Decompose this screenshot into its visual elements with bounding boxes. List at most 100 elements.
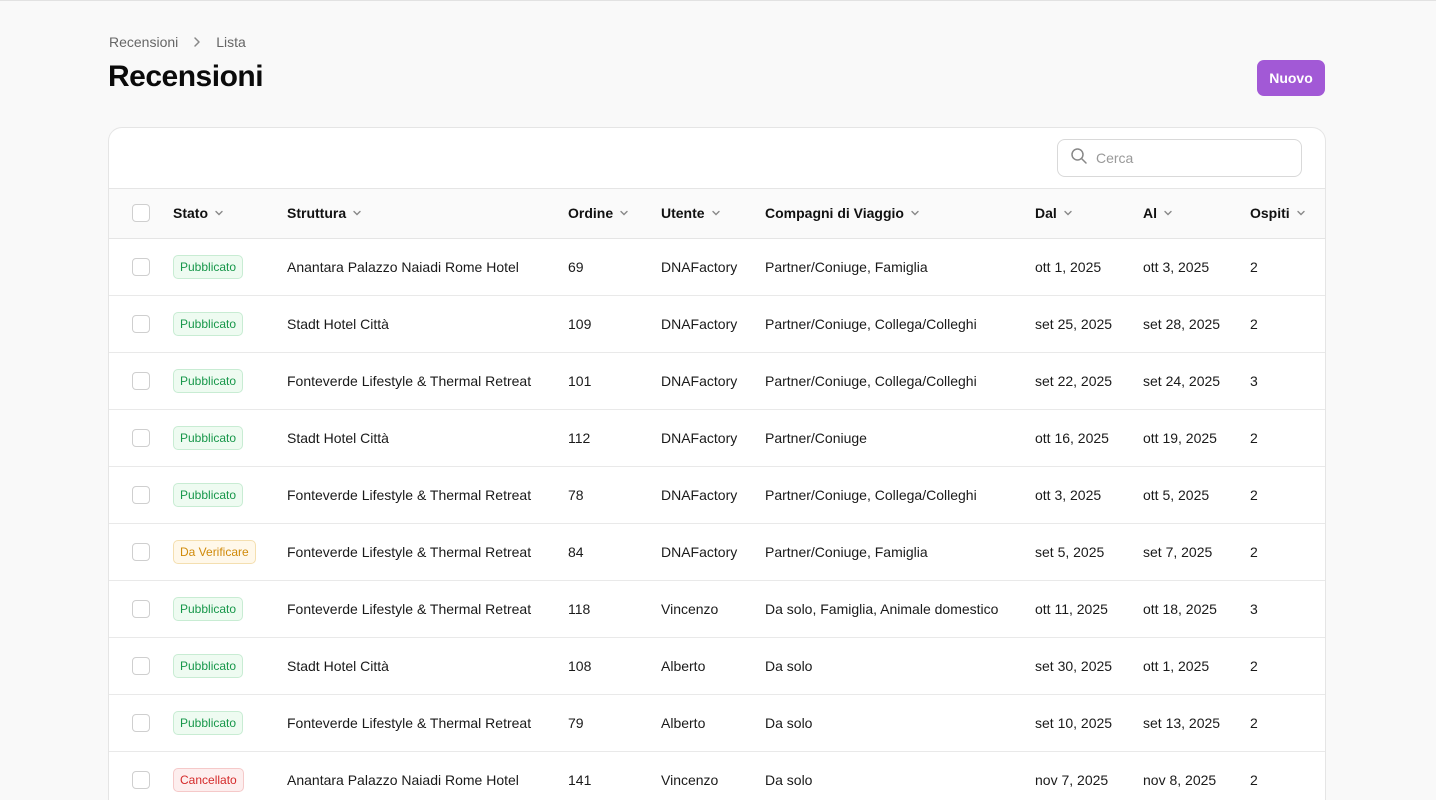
row-checkbox[interactable] (132, 485, 150, 504)
row-checkbox[interactable] (132, 257, 150, 276)
sort-header-compagni[interactable]: Compagni di Viaggio (765, 205, 920, 221)
table-toolbar (109, 128, 1325, 189)
cell-ordine: 78 (568, 486, 584, 503)
row-checkbox[interactable] (132, 656, 150, 675)
search-icon (1070, 147, 1088, 170)
cell-ospiti: 2 (1250, 429, 1258, 446)
page-title: Recensioni (108, 60, 264, 93)
chevron-down-icon (620, 211, 628, 216)
cell-compagni: Partner/Coniuge, Collega/Colleghi (765, 372, 977, 389)
row-checkbox[interactable] (132, 371, 150, 390)
cell-struttura: Anantara Palazzo Naiadi Rome Hotel (287, 258, 519, 275)
table-row[interactable]: Pubblicato Fonteverde Lifestyle & Therma… (109, 352, 1325, 409)
cell-utente: Alberto (661, 714, 706, 731)
row-checkbox[interactable] (132, 599, 150, 618)
row-checkbox[interactable] (132, 314, 150, 333)
cell-ordine: 108 (568, 657, 592, 674)
cell-utente: DNAFactory (661, 429, 738, 446)
sort-header-ospiti[interactable]: Ospiti (1250, 205, 1306, 221)
cell-dal: ott 3, 2025 (1035, 486, 1102, 503)
chevron-down-icon (353, 211, 361, 216)
cell-struttura: Fonteverde Lifestyle & Thermal Retreat (287, 600, 532, 617)
sort-header-ordine[interactable]: Ordine (568, 205, 629, 221)
chevron-right-icon (190, 35, 204, 49)
cell-struttura: Stadt Hotel Città (287, 429, 389, 446)
table-row[interactable]: Pubblicato Fonteverde Lifestyle & Therma… (109, 694, 1325, 751)
table-row[interactable]: Pubblicato Anantara Palazzo Naiadi Rome … (109, 238, 1325, 295)
cell-compagni: Partner/Coniuge, Famiglia (765, 543, 928, 560)
cell-al: ott 1, 2025 (1143, 657, 1210, 674)
cell-compagni: Partner/Coniuge, Collega/Colleghi (765, 486, 977, 503)
row-checkbox[interactable] (132, 770, 150, 789)
table-row[interactable]: Pubblicato Fonteverde Lifestyle & Therma… (109, 580, 1325, 637)
row-checkbox[interactable] (132, 542, 150, 561)
cell-ospiti: 3 (1250, 600, 1258, 617)
table-row[interactable]: Pubblicato Stadt Hotel Città 108 Alberto… (109, 637, 1325, 694)
search-box[interactable] (1057, 139, 1302, 177)
chevron-down-icon (911, 211, 919, 216)
cell-ordine: 141 (568, 771, 592, 788)
cell-compagni: Partner/Coniuge (765, 429, 867, 446)
cell-compagni: Partner/Coniuge, Collega/Colleghi (765, 315, 977, 332)
cell-struttura: Fonteverde Lifestyle & Thermal Retreat (287, 714, 532, 731)
cell-utente: Vincenzo (661, 600, 719, 617)
row-checkbox[interactable] (132, 713, 150, 732)
cell-dal: set 22, 2025 (1035, 372, 1113, 389)
row-checkbox[interactable] (132, 428, 150, 447)
search-input[interactable] (1096, 150, 1286, 166)
cell-utente: DNAFactory (661, 486, 738, 503)
cell-ospiti: 2 (1250, 771, 1258, 788)
cell-struttura: Fonteverde Lifestyle & Thermal Retreat (287, 543, 532, 560)
column-label-ospiti: Ospiti (1250, 205, 1290, 222)
cell-struttura: Fonteverde Lifestyle & Thermal Retreat (287, 372, 532, 389)
cell-al: ott 18, 2025 (1143, 600, 1217, 617)
chevron-down-icon (711, 211, 720, 216)
status-badge: Pubblicato (173, 596, 244, 621)
table-row[interactable]: Cancellato Anantara Palazzo Naiadi Rome … (109, 751, 1325, 800)
sort-header-stato[interactable]: Stato (173, 205, 224, 221)
cell-ordine: 109 (568, 315, 592, 332)
reviews-table: Stato Struttura Ordine Utente Compagni d… (109, 189, 1325, 800)
cell-compagni: Da solo, Famiglia, Animale domestico (765, 600, 999, 617)
cell-utente: Alberto (661, 657, 706, 674)
cell-utente: DNAFactory (661, 543, 738, 560)
cell-dal: set 25, 2025 (1035, 315, 1113, 332)
cell-utente: DNAFactory (661, 372, 738, 389)
sort-header-utente[interactable]: Utente (661, 205, 721, 221)
status-badge: Pubblicato (173, 482, 244, 507)
cell-utente: Vincenzo (661, 771, 719, 788)
cell-utente: DNAFactory (661, 315, 738, 332)
top-divider (0, 0, 1436, 1)
select-all-checkbox[interactable] (132, 204, 150, 223)
status-badge: Pubblicato (173, 368, 244, 393)
table-card: Stato Struttura Ordine Utente Compagni d… (108, 127, 1326, 800)
column-label-dal: Dal (1035, 205, 1057, 222)
table-row[interactable]: Da Verificare Fonteverde Lifestyle & The… (109, 523, 1325, 580)
cell-ospiti: 2 (1250, 258, 1258, 275)
cell-compagni: Da solo (765, 714, 813, 731)
table-row[interactable]: Pubblicato Fonteverde Lifestyle & Therma… (109, 466, 1325, 523)
sort-header-al[interactable]: Al (1143, 205, 1173, 221)
status-badge: Pubblicato (173, 254, 244, 279)
status-badge: Cancellato (173, 767, 244, 792)
sort-header-dal[interactable]: Dal (1035, 205, 1073, 221)
status-badge: Da Verificare (173, 539, 256, 564)
cell-ordine: 101 (568, 372, 592, 389)
cell-dal: ott 11, 2025 (1035, 600, 1108, 617)
cell-al: set 28, 2025 (1143, 315, 1221, 332)
breadcrumb-root-link[interactable]: Recensioni (109, 34, 178, 50)
cell-dal: ott 1, 2025 (1035, 258, 1102, 275)
table-row[interactable]: Pubblicato Stadt Hotel Città 109 DNAFact… (109, 295, 1325, 352)
chevron-down-icon (215, 211, 223, 216)
new-button[interactable]: Nuovo (1257, 60, 1325, 96)
cell-ordine: 79 (568, 714, 584, 731)
cell-ospiti: 2 (1250, 315, 1258, 332)
cell-dal: ott 16, 2025 (1035, 429, 1109, 446)
table-row[interactable]: Pubblicato Stadt Hotel Città 112 DNAFact… (109, 409, 1325, 466)
sort-header-struttura[interactable]: Struttura (287, 205, 362, 221)
status-badge: Pubblicato (173, 653, 244, 678)
breadcrumb-current: Lista (216, 34, 246, 50)
cell-dal: set 5, 2025 (1035, 543, 1105, 560)
cell-struttura: Fonteverde Lifestyle & Thermal Retreat (287, 486, 532, 503)
cell-struttura: Stadt Hotel Città (287, 315, 389, 332)
